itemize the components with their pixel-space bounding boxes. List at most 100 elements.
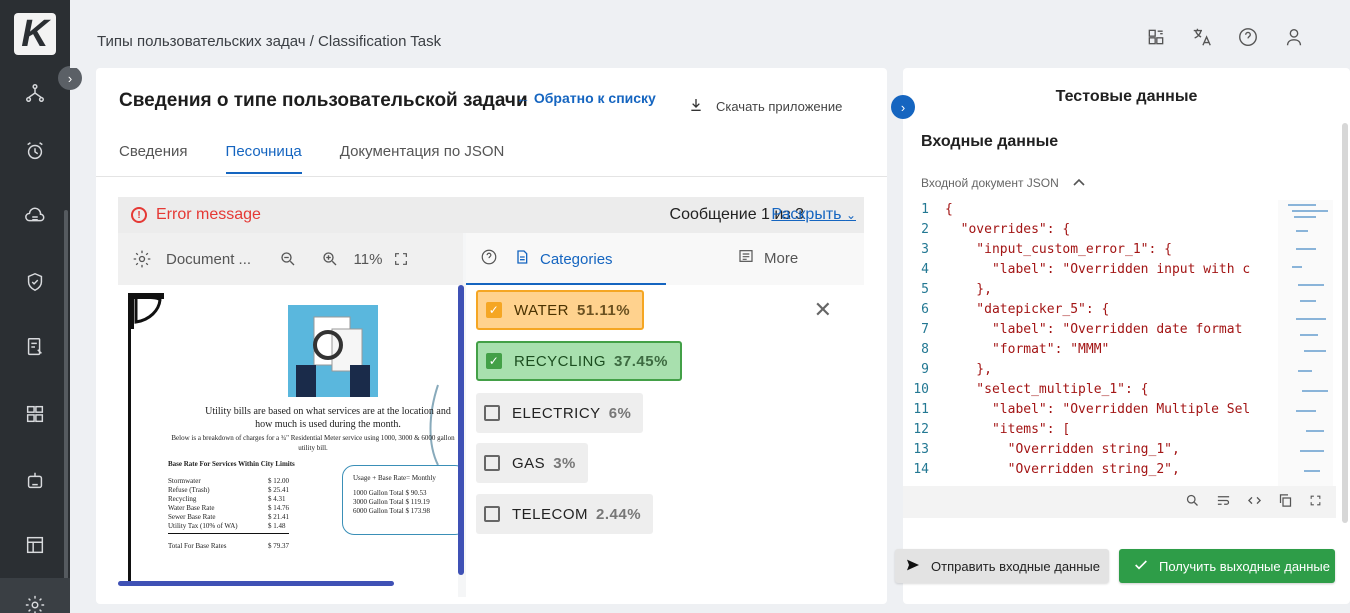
fullscreen-icon[interactable] — [1309, 494, 1322, 510]
category-chip-gas[interactable]: GAS 3% — [476, 443, 588, 483]
translate-icon[interactable] — [1191, 26, 1213, 48]
code-line[interactable]: 2 "overrides": { — [903, 220, 1250, 240]
bot-icon[interactable] — [22, 468, 48, 494]
document-horizontal-scrollbar[interactable] — [118, 581, 394, 586]
document-tree-icon[interactable] — [22, 334, 48, 360]
line-number: 6 — [921, 302, 929, 317]
apps-grid-icon[interactable] — [1145, 26, 1167, 48]
code-text: { — [945, 202, 953, 217]
code-line[interactable]: 5 }, — [903, 280, 1250, 300]
category-chip-electricy[interactable]: ELECTRICY 6% — [476, 393, 644, 433]
code-line[interactable]: 12 "items": [ — [903, 420, 1250, 440]
rate-name: Water Base Rate — [168, 504, 215, 512]
json-label: Входной документ JSON — [921, 176, 1059, 190]
tab-json-docs[interactable]: Документация по JSON — [340, 143, 505, 174]
rail-scrollbar[interactable] — [64, 210, 68, 610]
back-to-list-link[interactable]: ← Обратно к списку — [516, 90, 656, 106]
send-input-button[interactable]: Отправить входные данные — [895, 549, 1109, 583]
download-app-button[interactable]: Скачать приложение — [688, 97, 842, 116]
line-number: 12 — [913, 422, 929, 437]
code-text: "overrides": { — [945, 222, 1071, 237]
code-text: "input_custom_error_1": { — [945, 242, 1172, 257]
category-list: ✕ ✓ WATER 51.11% ✓ RECYCLING 37.45% ELEC… — [466, 285, 864, 597]
input-data-heading: Входные данные — [921, 133, 1059, 150]
sandbox-area: ! Error message Сообщение 1 из 3 Раскрыт… — [118, 197, 864, 597]
tab-more[interactable]: More — [738, 248, 798, 268]
code-line[interactable]: 14 "Overridden string_2", — [903, 460, 1250, 480]
category-name: GAS — [512, 454, 546, 472]
zoom-in-icon[interactable] — [310, 250, 350, 268]
help-circle-icon[interactable] — [480, 248, 498, 270]
code-line[interactable]: 9 }, — [903, 360, 1250, 380]
code-line[interactable]: 7 "label": "Overridden date format — [903, 320, 1250, 340]
line-number: 7 — [921, 322, 929, 337]
rail-expand-chevron-icon[interactable]: › — [58, 66, 82, 90]
rail-active-item[interactable] — [0, 578, 70, 613]
app-logo[interactable]: K — [0, 0, 70, 68]
code-line[interactable]: 1{ — [903, 200, 1250, 220]
code-line[interactable]: 8 "format": "MMM" — [903, 340, 1250, 360]
category-chip-water[interactable]: ✓ WATER 51.11% — [476, 290, 645, 330]
list-icon — [738, 248, 754, 268]
breadcrumb[interactable]: Типы пользовательских задач / Classifica… — [97, 33, 441, 50]
rate-total-value: $ 79.37 — [268, 542, 289, 550]
settings-icon — [22, 592, 48, 613]
download-icon — [688, 97, 704, 116]
document-name[interactable]: Document ... — [166, 251, 266, 268]
editor-toolbar — [903, 486, 1336, 518]
category-percent: 3% — [553, 454, 576, 472]
category-chip-recycling[interactable]: ✓ RECYCLING 37.45% — [476, 341, 682, 381]
code-line[interactable]: 13 "Overridden string_1", — [903, 440, 1250, 460]
more-label: More — [764, 249, 799, 267]
rate-row: Sewer Base Rate $ 21.41 — [168, 513, 289, 522]
document-vertical-scrollbar[interactable] — [458, 285, 464, 575]
panel-scrollbar[interactable] — [1342, 123, 1348, 523]
alarm-icon[interactable] — [22, 138, 48, 164]
rate-row: Water Base Rate $ 14.76 — [168, 504, 289, 513]
side-rail: K — [0, 0, 70, 613]
code-line[interactable]: 11 "label": "Overridden Multiple Sel — [903, 400, 1250, 420]
word-wrap-icon[interactable] — [1216, 493, 1231, 511]
user-icon[interactable] — [1283, 26, 1305, 48]
code-lines[interactable]: 1{2 "overrides": {3 "input_custom_error_… — [903, 200, 1250, 480]
get-output-button[interactable]: Получить выходные данные — [1119, 549, 1335, 583]
tab-details[interactable]: Сведения — [119, 143, 188, 174]
rate-value: $ 12.00 — [268, 477, 289, 485]
document-icon — [514, 248, 530, 270]
shield-icon[interactable] — [22, 269, 48, 295]
code-icon[interactable] — [1247, 493, 1262, 511]
code-line[interactable]: 3 "input_custom_error_1": { — [903, 240, 1250, 260]
json-editor[interactable]: 1{2 "overrides": {3 "input_custom_error_… — [903, 200, 1336, 486]
error-icon: ! — [131, 207, 147, 223]
graph-icon[interactable] — [22, 80, 48, 106]
tab-sandbox[interactable]: Песочница — [225, 143, 302, 174]
zoom-level: 11% — [353, 250, 383, 268]
help-icon[interactable] — [1237, 26, 1259, 48]
detail-tabs: Сведения Песочница Документация по JSON — [119, 143, 504, 174]
line-number: 14 — [913, 462, 929, 477]
code-line[interactable]: 10 "select_multiple_1": { — [903, 380, 1250, 400]
document-preview[interactable]: Utility bills are based on what services… — [118, 285, 458, 597]
error-bar: ! Error message Сообщение 1 из 3 Раскрыт… — [118, 197, 864, 233]
category-chip-telecom[interactable]: TELECOM 2.44% — [476, 494, 654, 534]
code-line[interactable]: 6 "datepicker_5": { — [903, 300, 1250, 320]
preview-usage-box: Usage + Base Rate= Monthly 1000 Gallon T… — [342, 465, 458, 535]
editor-minimap[interactable] — [1278, 200, 1333, 486]
rate-name: Sewer Base Rate — [168, 513, 216, 521]
table-icon[interactable] — [22, 532, 48, 558]
copy-icon[interactable] — [1278, 493, 1293, 511]
dashboard-icon[interactable] — [22, 401, 48, 427]
zoom-out-icon[interactable] — [266, 250, 310, 268]
cloud-stack-icon[interactable] — [22, 204, 48, 230]
fit-to-screen-icon[interactable] — [386, 251, 416, 267]
category-name: TELECOM — [512, 505, 589, 523]
close-icon[interactable]: ✕ — [814, 297, 832, 323]
json-section-toggle[interactable]: Входной документ JSON — [921, 176, 1085, 190]
code-line[interactable]: 4 "label": "Overridden input with c — [903, 260, 1250, 280]
tab-categories[interactable]: Categories — [480, 248, 613, 270]
top-bar: Типы пользовательских задач / Classifica… — [70, 0, 1350, 68]
expand-link[interactable]: Раскрыть ⌄ — [771, 206, 856, 224]
settings-gear-icon[interactable] — [118, 249, 166, 269]
task-type-card: Сведения о типе пользовательской задачи … — [96, 68, 887, 604]
search-icon[interactable] — [1185, 493, 1200, 511]
